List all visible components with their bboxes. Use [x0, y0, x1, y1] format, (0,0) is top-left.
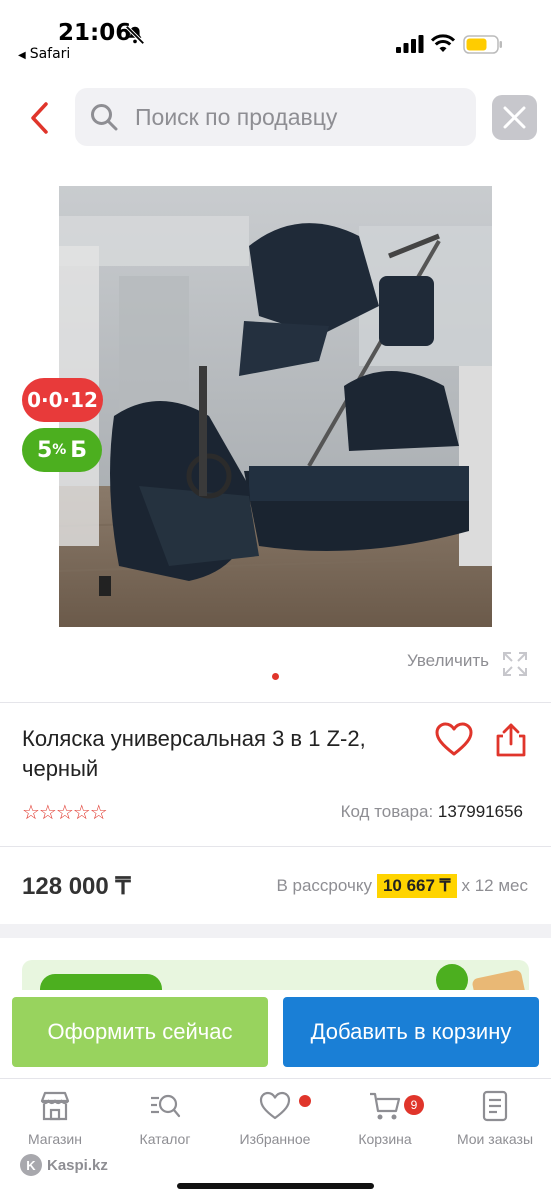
bottom-tab-bar: Магазин Каталог Избранное Корзина 9 Мои …: [0, 1078, 551, 1200]
favorites-badge-dot: [299, 1095, 311, 1107]
tab-favorites[interactable]: Избранное: [220, 1089, 330, 1147]
installment-info[interactable]: В рассрочку 10 667 ₸ х 12 мес: [276, 874, 528, 898]
section-separator: [0, 924, 551, 938]
back-arrow-icon[interactable]: [22, 98, 58, 138]
installment-amount: 10 667 ₸: [376, 874, 457, 898]
wallet-icon: [471, 969, 527, 990]
close-icon[interactable]: [492, 95, 537, 140]
installment-suffix: х 12 мес: [461, 876, 529, 895]
installment-badge: 0·0·12: [22, 378, 103, 422]
carousel-dot-active: [272, 673, 279, 680]
sku-value: 137991656: [437, 802, 523, 821]
add-to-cart-button[interactable]: Добавить в корзину: [283, 997, 539, 1067]
product-sku: Код товара: 137991656: [341, 802, 523, 822]
share-icon[interactable]: [494, 722, 528, 758]
bonus-promo-card[interactable]: [22, 960, 529, 990]
back-triangle-icon: ◀: [18, 50, 26, 61]
tab-label: Магазин: [27, 1131, 82, 1147]
heart-icon: [259, 1091, 291, 1120]
bonus-coin-icon: [436, 964, 468, 990]
tab-cart[interactable]: Корзина 9: [330, 1089, 440, 1147]
status-time: 21:06: [58, 20, 132, 46]
divider: [0, 702, 551, 703]
catalog-search-icon: [151, 1094, 181, 1118]
checkout-now-button[interactable]: Оформить сейчас: [12, 997, 268, 1067]
cart-icon: [370, 1092, 401, 1120]
expand-icon[interactable]: [501, 650, 529, 678]
search-input[interactable]: [135, 88, 465, 146]
shop-icon: [40, 1091, 70, 1121]
cellular-signal-icon: [396, 35, 424, 53]
back-app-label: Safari: [29, 46, 71, 62]
product-image[interactable]: [59, 186, 492, 627]
divider: [0, 846, 551, 847]
promo-pill: [40, 974, 162, 990]
bonus-badge: 5% Б: [22, 428, 102, 472]
back-to-app-link[interactable]: ◀ Safari: [18, 46, 70, 62]
tab-shop[interactable]: Магазин: [0, 1089, 110, 1147]
sku-label: Код товара:: [340, 802, 434, 821]
favorite-heart-icon[interactable]: [435, 722, 473, 758]
product-price: 128 000 ₸: [22, 873, 131, 900]
bonus-currency: Б: [70, 437, 88, 463]
tab-label: Каталог: [139, 1131, 191, 1147]
watermark-text: Kaspi.kz: [47, 1156, 108, 1174]
product-title: Коляска универсальная 3 в 1 Z-2, черный: [22, 726, 366, 781]
bonus-value: 5: [36, 437, 53, 463]
battery-icon: [463, 35, 502, 54]
tab-orders[interactable]: Мои заказы: [440, 1089, 550, 1147]
installment-prefix: В рассрочку: [276, 876, 372, 895]
tab-label: Избранное: [239, 1131, 311, 1147]
kaspi-watermark: K Kaspi.kz: [20, 1154, 108, 1176]
wifi-icon: [431, 34, 455, 52]
tab-label: Корзина: [358, 1131, 412, 1147]
enlarge-link[interactable]: Увеличить: [407, 651, 489, 671]
bonus-percent: %: [52, 442, 67, 458]
cart-badge-count: 9: [404, 1095, 424, 1115]
orders-icon: [482, 1090, 508, 1122]
search-box[interactable]: [75, 88, 476, 146]
status-bar: 21:06 ◀ Safari: [0, 0, 551, 70]
rating-stars[interactable]: ☆☆☆☆☆: [22, 800, 108, 825]
search-icon: [91, 104, 118, 131]
tab-catalog[interactable]: Каталог: [110, 1089, 220, 1147]
bell-off-icon: [125, 25, 145, 45]
kaspi-logo-icon: K: [20, 1154, 42, 1176]
tab-label: Мои заказы: [456, 1131, 534, 1147]
home-indicator[interactable]: [177, 1183, 374, 1189]
